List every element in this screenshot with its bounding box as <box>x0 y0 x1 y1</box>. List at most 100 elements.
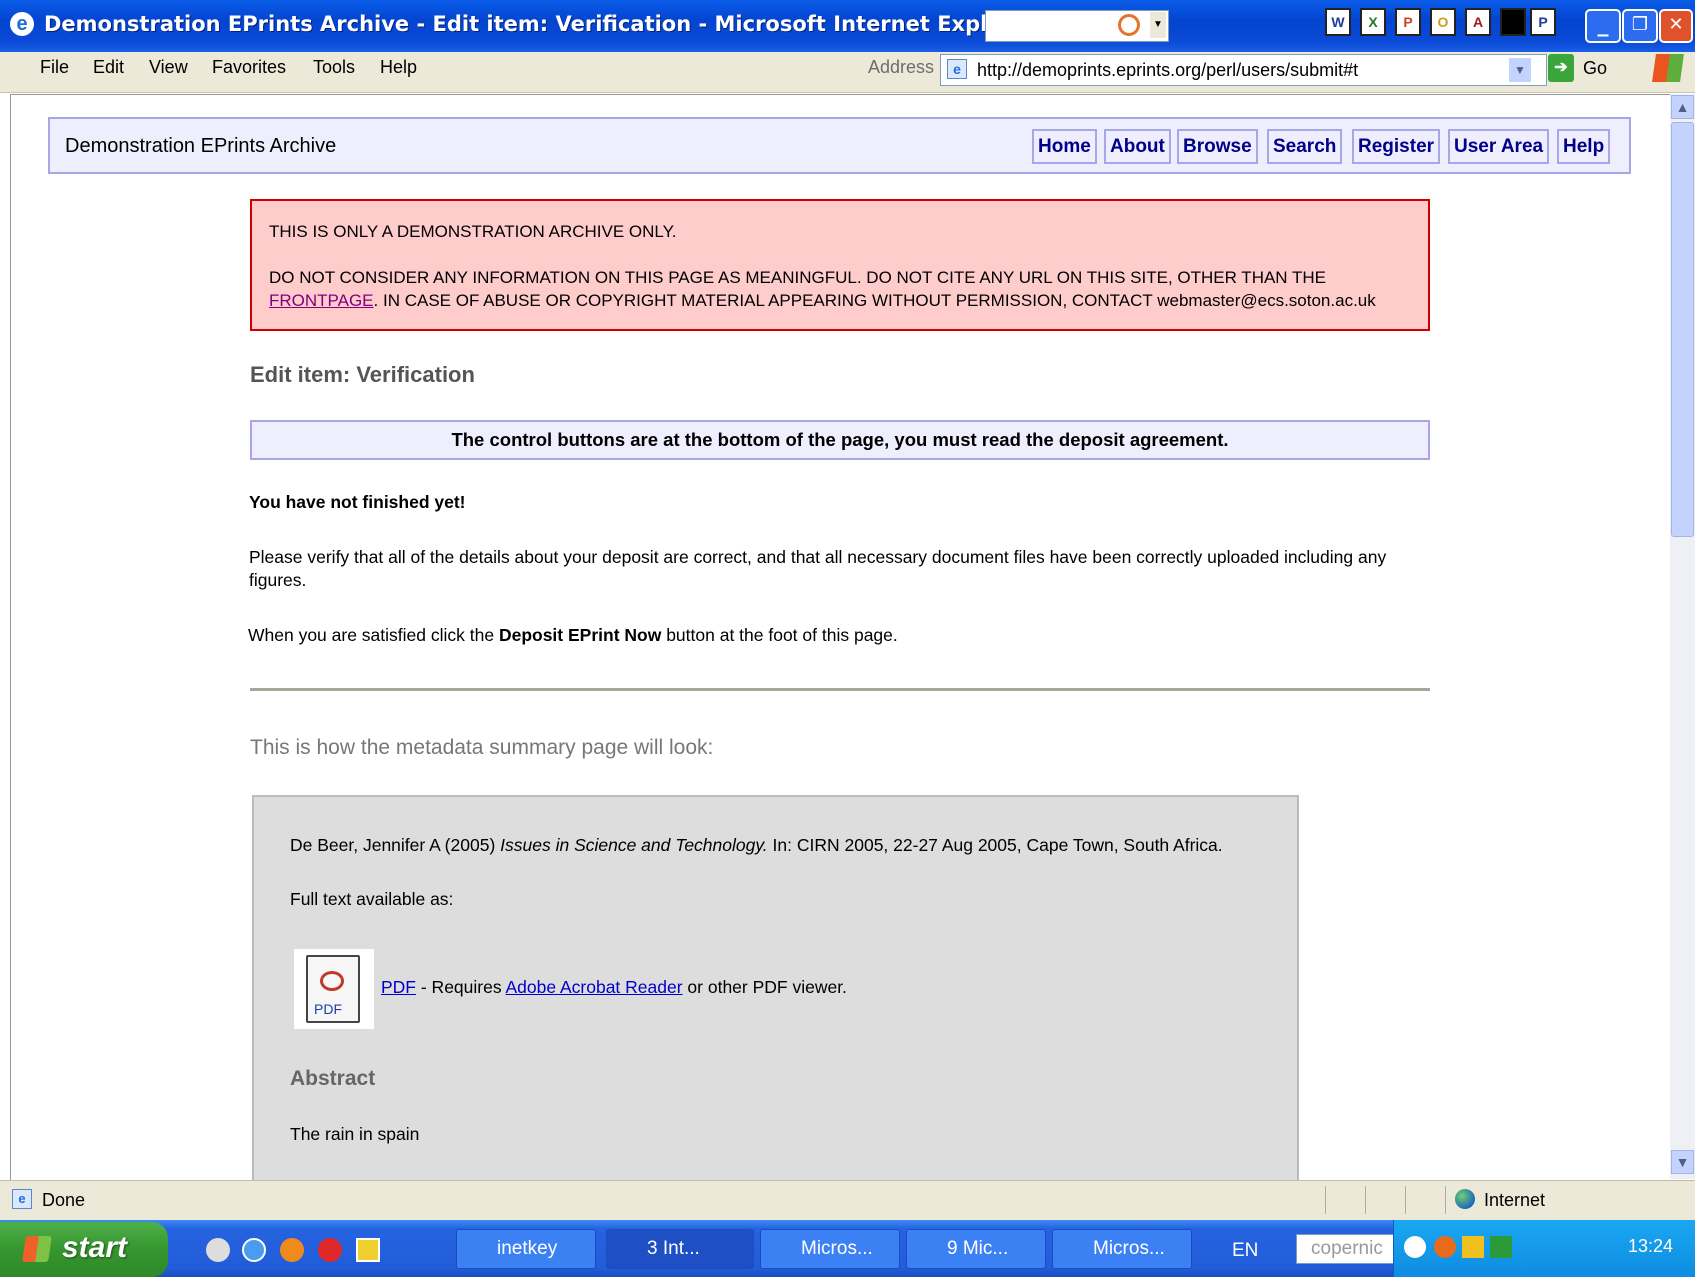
divider <box>250 688 1430 691</box>
pdf-page-icon: PDF <box>306 955 360 1023</box>
tray-app-icon[interactable] <box>1434 1236 1456 1258</box>
metadata-summary-box: De Beer, Jennifer A (2005) Issues in Sci… <box>252 795 1299 1185</box>
ie-quicklaunch-icon[interactable] <box>242 1238 266 1262</box>
control-buttons-notice: The control buttons are at the bottom of… <box>250 420 1430 460</box>
satisfied-text: When you are satisfied click the Deposit… <box>248 625 898 646</box>
scroll-thumb[interactable] <box>1671 122 1694 537</box>
copernic-placeholder: copernic <box>1311 1238 1383 1259</box>
address-dropdown-icon[interactable]: ▼ <box>1509 58 1531 82</box>
globe-icon <box>1455 1189 1475 1209</box>
quicklaunch-icon[interactable] <box>206 1238 230 1262</box>
skype-icon[interactable] <box>318 1238 342 1262</box>
task-outlook[interactable]: 9 Mic... <box>906 1229 1046 1269</box>
menu-view[interactable]: View <box>149 57 188 78</box>
fulltext-label: Full text available as: <box>290 889 454 909</box>
powerpoint-icon[interactable]: P <box>1395 8 1421 36</box>
abstract-text: The rain in spain <box>290 1124 420 1144</box>
close-button[interactable]: ✕ <box>1659 9 1693 43</box>
page-title: Edit item: Verification <box>250 362 475 387</box>
start-button[interactable]: start <box>0 1222 168 1277</box>
spiral-icon <box>1118 14 1140 36</box>
pdf-line: PDF - Requires Adobe Acrobat Reader or o… <box>381 977 847 998</box>
verify-text-line-1: Please verify that all of the details ab… <box>249 547 1387 567</box>
requires-text: - Requires <box>416 977 506 997</box>
pdf-icon[interactable]: PDF <box>294 949 374 1029</box>
menu-tools[interactable]: Tools <box>313 57 355 78</box>
menu-file[interactable]: File <box>40 57 69 78</box>
citation: De Beer, Jennifer A (2005) Issues in Sci… <box>290 835 1223 856</box>
system-tray: 13:24 <box>1393 1220 1695 1277</box>
nav-about[interactable]: About <box>1104 129 1171 164</box>
status-divider <box>1365 1186 1366 1214</box>
security-zone: Internet <box>1484 1190 1546 1210</box>
warning-line-2: DO NOT CONSIDER ANY INFORMATION ON THIS … <box>269 268 1326 287</box>
menu-edit[interactable]: Edit <box>93 57 124 78</box>
menu-help[interactable]: Help <box>380 57 417 78</box>
go-button[interactable]: Go <box>1583 58 1607 79</box>
citation-authors: De Beer, Jennifer A (2005) <box>290 835 501 855</box>
firefox-icon[interactable] <box>280 1238 304 1262</box>
dropdown-arrow-icon[interactable]: ▼ <box>1150 12 1166 38</box>
address-url[interactable]: http://demoprints.eprints.org/perl/users… <box>977 60 1358 81</box>
title-bar: e Demonstration EPrints Archive - Edit i… <box>0 0 1695 52</box>
task-powerpoint[interactable]: Micros... <box>760 1229 900 1269</box>
viewer-text: or other PDF viewer. <box>682 977 847 997</box>
status-text: Done <box>42 1190 86 1210</box>
toolbar-icon[interactable] <box>1500 8 1526 36</box>
nav-help[interactable]: Help <box>1557 129 1611 164</box>
warning-line-3-text: . IN CASE OF ABUSE OR COPYRIGHT MATERIAL… <box>373 291 1376 310</box>
windows-logo-icon <box>1652 54 1684 82</box>
scroll-down-icon[interactable]: ▼ <box>1671 1150 1694 1174</box>
satisfied-post: button at the foot of this page. <box>661 625 898 645</box>
citation-event: In: CIRN 2005, 22-27 Aug 2005, Cape Town… <box>767 835 1223 855</box>
pdf-link[interactable]: PDF <box>381 977 416 997</box>
acrobat-reader-link[interactable]: Adobe Acrobat Reader <box>505 977 682 997</box>
warning-line-1: THIS IS ONLY A DEMONSTRATION ARCHIVE ONL… <box>269 222 677 241</box>
nav-user-area[interactable]: User Area <box>1448 129 1550 164</box>
tray-arrow-icon[interactable] <box>1404 1236 1426 1258</box>
title-search-box[interactable] <box>985 10 1169 42</box>
task-microsoft[interactable]: Micros... <box>1052 1229 1192 1269</box>
pdf-icon-label: PDF <box>314 1001 342 1017</box>
nav-register[interactable]: Register <box>1352 129 1441 164</box>
excel-icon[interactable]: X <box>1360 8 1386 36</box>
nav-search[interactable]: Search <box>1267 129 1343 164</box>
task-inetkey[interactable]: inetkey <box>456 1229 596 1269</box>
deposit-button-name: Deposit EPrint Now <box>498 625 662 645</box>
menu-favorites[interactable]: Favorites <box>212 57 286 78</box>
go-arrow-icon[interactable]: ➔ <box>1548 54 1574 82</box>
ie-icon: e <box>10 12 34 36</box>
frontpage-link[interactable]: FRONTPAGE <box>269 291 374 310</box>
pdf-circle-icon <box>320 971 344 991</box>
project-icon[interactable]: P <box>1530 8 1556 36</box>
scroll-up-icon[interactable]: ▲ <box>1671 95 1694 119</box>
nav-browse[interactable]: Browse <box>1177 129 1258 164</box>
warning-line-3: FRONTPAGE. IN CASE OF ABUSE OR COPYRIGHT… <box>269 291 1376 311</box>
task-internet-explorer[interactable]: 3 Int... <box>606 1229 754 1269</box>
windows-flag-icon <box>22 1236 52 1262</box>
demo-warning-box: THIS IS ONLY A DEMONSTRATION ARCHIVE ONL… <box>250 199 1430 331</box>
minimize-button[interactable]: _ <box>1585 9 1621 43</box>
access-icon[interactable]: A <box>1465 8 1491 36</box>
citation-title: Issues in Science and Technology. <box>500 835 768 855</box>
start-label: start <box>62 1231 128 1264</box>
language-indicator[interactable]: EN <box>1232 1240 1258 1262</box>
nav-home[interactable]: Home <box>1032 129 1097 164</box>
maximize-button[interactable]: ❐ <box>1622 9 1658 43</box>
word-icon[interactable]: W <box>1325 8 1351 36</box>
clock: 13:24 <box>1628 1236 1674 1256</box>
summary-intro: This is how the metadata summary page wi… <box>250 736 714 759</box>
tray-app-icon[interactable] <box>1490 1236 1512 1258</box>
site-name[interactable]: Demonstration EPrints Archive <box>65 135 336 158</box>
status-divider <box>1405 1186 1406 1214</box>
outlook-quicklaunch-icon[interactable] <box>356 1238 380 1262</box>
abstract-heading: Abstract <box>290 1067 376 1090</box>
address-bar[interactable]: e http://demoprints.eprints.org/perl/use… <box>940 54 1547 86</box>
satisfied-pre: When you are satisfied click the <box>248 625 499 645</box>
verify-text-line-2: figures. <box>249 570 307 590</box>
tray-app-icon[interactable] <box>1462 1236 1484 1258</box>
status-divider <box>1325 1186 1326 1214</box>
status-page-icon: e <box>12 1189 32 1209</box>
window-title: Demonstration EPrints Archive - Edit ite… <box>44 12 1037 36</box>
outlook-icon[interactable]: O <box>1430 8 1456 36</box>
